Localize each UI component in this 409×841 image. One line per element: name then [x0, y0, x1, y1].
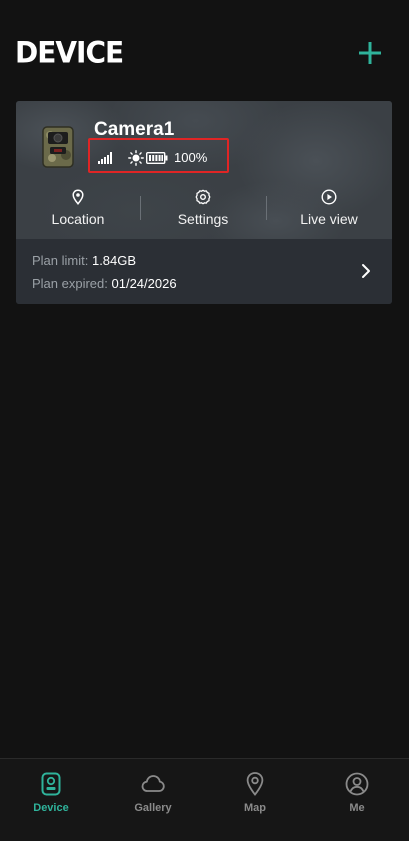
device-card[interactable]: Camera1 100% Location Settings Live view…	[16, 101, 392, 304]
device-icon	[41, 772, 61, 796]
battery-icon	[146, 152, 168, 164]
trail-camera-thumbnail	[42, 126, 74, 168]
tab-me-label: Me	[349, 802, 365, 814]
chevron-right-icon	[362, 264, 370, 278]
plan-expired-value: 01/24/2026	[111, 276, 177, 291]
device-card-header: Camera1 100% Location Settings Live view	[16, 101, 392, 239]
header: DEVICE	[0, 0, 409, 90]
add-device-button[interactable]	[355, 38, 385, 68]
play-circle-icon	[321, 189, 337, 205]
plan-info-row[interactable]: Plan limit: 1.84GB Plan expired: 01/24/2…	[16, 239, 392, 304]
tab-map-label: Map	[244, 802, 266, 814]
plan-expired-label: Plan expired:	[32, 276, 112, 291]
page-title: DEVICE	[15, 35, 124, 70]
live-view-button[interactable]: Live view	[274, 189, 384, 229]
plan-limit: Plan limit: 1.84GB	[32, 253, 136, 268]
tab-me[interactable]: Me	[306, 771, 408, 817]
tab-device-label: Device	[33, 802, 69, 814]
tab-device[interactable]: Device	[0, 771, 102, 817]
action-divider	[266, 196, 267, 220]
tab-map[interactable]: Map	[204, 771, 306, 817]
user-icon	[345, 772, 369, 796]
settings-label: Settings	[177, 211, 229, 227]
settings-button[interactable]: Settings	[148, 189, 258, 229]
plan-limit-value: 1.84GB	[91, 253, 137, 268]
action-divider	[140, 196, 141, 220]
signal-bars-icon	[98, 152, 112, 164]
tab-gallery-label: Gallery	[134, 802, 172, 814]
gear-icon	[195, 189, 211, 205]
bottom-tab-bar: Device Gallery Map Me	[0, 758, 409, 841]
plan-expired: Plan expired: 01/24/2026	[32, 276, 177, 291]
map-pin-icon	[246, 772, 264, 796]
battery-percent: 100%	[174, 150, 208, 165]
map-pin-icon	[72, 189, 84, 205]
location-label: Location	[51, 211, 105, 227]
plus-icon	[359, 42, 381, 64]
cloud-icon	[141, 775, 165, 792]
sun-icon	[128, 150, 144, 166]
live-view-label: Live view	[300, 211, 358, 227]
plan-limit-label: Plan limit:	[32, 253, 92, 268]
tab-gallery[interactable]: Gallery	[102, 771, 204, 817]
location-button[interactable]: Location	[23, 189, 133, 229]
